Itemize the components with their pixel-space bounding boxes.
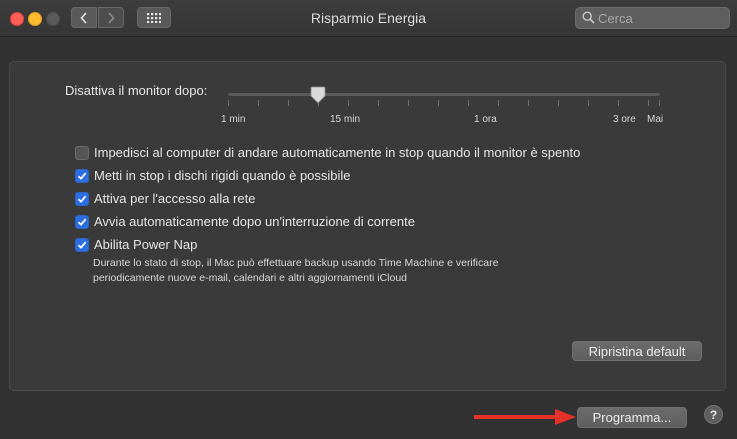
description-line: periodicamente nuove e-mail, calendari e… <box>93 272 408 284</box>
checkbox[interactable] <box>75 145 89 160</box>
slider-thumb-icon[interactable] <box>310 86 326 104</box>
option-label: Attiva per l'accesso alla rete <box>94 191 256 206</box>
option-prevent-sleep[interactable]: Impedisci al computer di andare automati… <box>75 145 580 160</box>
schedule-button[interactable]: Programma... <box>577 407 687 428</box>
restore-defaults-button[interactable]: Ripristina default <box>572 341 702 361</box>
checkmark-icon <box>77 218 87 226</box>
option-power-nap[interactable]: Abilita Power Nap <box>75 237 197 252</box>
tick-label-mai: Mai <box>647 114 664 125</box>
option-label: Avvia automaticamente dopo un'interruzio… <box>94 214 415 229</box>
checkbox[interactable] <box>75 214 89 229</box>
help-button[interactable]: ? <box>704 405 723 424</box>
checkmark-icon <box>77 195 87 203</box>
checkbox[interactable] <box>75 191 89 206</box>
checkbox[interactable] <box>75 237 89 252</box>
search-input[interactable] <box>598 9 726 27</box>
slider-ticks <box>228 100 660 108</box>
checkmark-icon <box>77 241 87 249</box>
option-auto-restart[interactable]: Avvia automaticamente dopo un'interruzio… <box>75 214 415 229</box>
slider-label: Disattiva il monitor dopo: <box>65 83 208 98</box>
tick-label-1min: 1 min <box>221 114 246 125</box>
arrow-right-icon <box>474 409 576 425</box>
option-sleep-disks[interactable]: Metti in stop i dischi rigidi quando è p… <box>75 168 351 183</box>
slider-track[interactable] <box>228 93 660 96</box>
tick-label-1ora: 1 ora <box>474 114 497 125</box>
option-label: Abilita Power Nap <box>94 237 198 252</box>
tick-label-3ore: 3 ore <box>613 114 636 125</box>
option-label: Metti in stop i dischi rigidi quando è p… <box>94 168 351 183</box>
power-nap-description: Durante lo stato di stop, il Mac può eff… <box>93 256 613 286</box>
title-bar: Risparmio Energia <box>0 0 737 37</box>
search-icon <box>582 11 595 24</box>
tick-label-15min: 15 min <box>330 114 361 125</box>
checkmark-icon <box>77 172 87 180</box>
checkbox[interactable] <box>75 168 89 183</box>
option-label: Impedisci al computer di andare automati… <box>94 145 581 160</box>
description-line: Durante lo stato di stop, il Mac può eff… <box>93 257 499 269</box>
option-network-access[interactable]: Attiva per l'accesso alla rete <box>75 191 255 206</box>
search-field[interactable] <box>575 7 730 29</box>
